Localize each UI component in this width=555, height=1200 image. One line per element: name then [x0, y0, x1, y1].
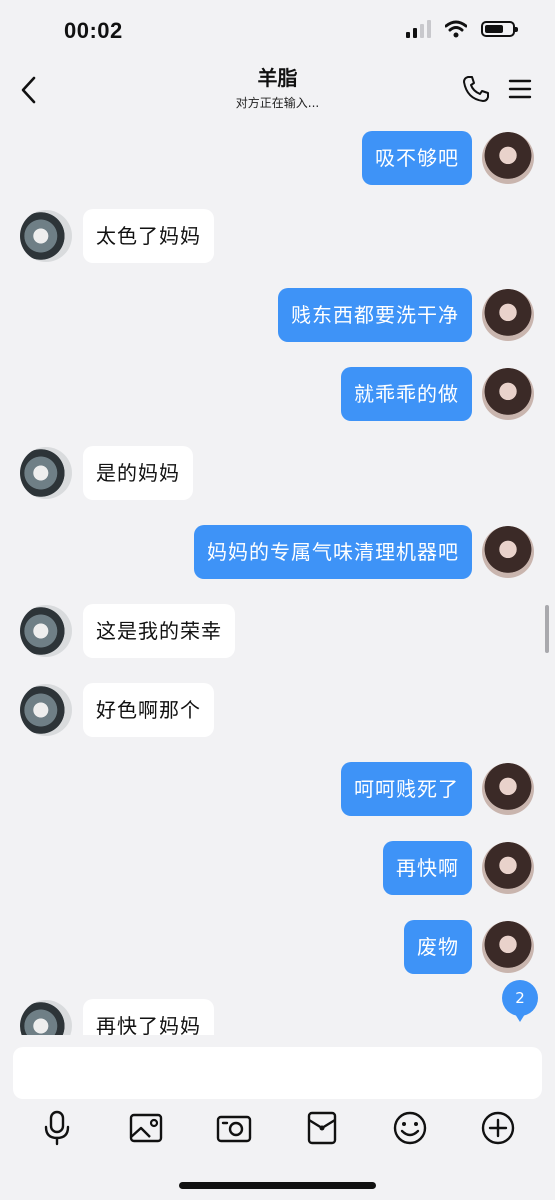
message-bubble[interactable]: 吸不够吧 — [362, 131, 472, 185]
message-bubble[interactable]: 再快啊 — [383, 841, 472, 895]
message-outgoing[interactable]: 就乖乖的做 — [341, 367, 472, 421]
message-list[interactable]: 吸不够吧 太色了妈妈 贱东西都要洗干净 就乖乖的做 是的妈妈 妈妈的专属气味清理… — [0, 120, 555, 1035]
scrollbar[interactable] — [545, 605, 549, 653]
message-bubble[interactable]: 太色了妈妈 — [83, 209, 214, 263]
message-incoming[interactable]: 好色啊那个 — [83, 683, 214, 737]
my-avatar[interactable] — [482, 921, 534, 973]
message-incoming[interactable]: 是的妈妈 — [83, 446, 193, 500]
my-avatar[interactable] — [482, 289, 534, 341]
my-avatar[interactable] — [482, 763, 534, 815]
menu-button[interactable] — [507, 76, 533, 102]
message-bubble[interactable]: 好色啊那个 — [83, 683, 214, 737]
my-avatar[interactable] — [482, 842, 534, 894]
camera-icon[interactable] — [214, 1108, 254, 1148]
plus-icon[interactable] — [478, 1108, 518, 1148]
message-bubble[interactable]: 是的妈妈 — [83, 446, 193, 500]
my-avatar[interactable] — [482, 526, 534, 578]
message-outgoing[interactable]: 妈妈的专属气味清理机器吧 — [194, 525, 472, 579]
message-bubble[interactable]: 呵呵贱死了 — [341, 762, 472, 816]
message-incoming[interactable]: 太色了妈妈 — [83, 209, 214, 263]
status-icons — [406, 20, 518, 38]
message-outgoing[interactable]: 呵呵贱死了 — [341, 762, 472, 816]
message-incoming[interactable]: 再快了妈妈 — [83, 999, 214, 1035]
cellular-signal-icon — [406, 20, 431, 38]
message-bubble[interactable]: 就乖乖的做 — [341, 367, 472, 421]
emoji-icon[interactable] — [390, 1108, 430, 1148]
contact-avatar[interactable] — [20, 684, 72, 736]
contact-avatar[interactable] — [20, 210, 72, 262]
message-bubble[interactable]: 妈妈的专属气味清理机器吧 — [194, 525, 472, 579]
contact-avatar[interactable] — [20, 447, 72, 499]
image-icon[interactable] — [126, 1108, 166, 1148]
contact-avatar[interactable] — [20, 1000, 72, 1035]
contact-avatar[interactable] — [20, 605, 72, 657]
message-outgoing[interactable]: 废物 — [404, 920, 472, 974]
battery-icon — [481, 21, 518, 37]
message-incoming[interactable]: 这是我的荣幸 — [83, 604, 235, 658]
status-bar: 00:02 — [0, 0, 555, 62]
new-message-badge[interactable]: 2 — [502, 980, 538, 1022]
message-outgoing[interactable]: 吸不够吧 — [362, 131, 472, 185]
my-avatar[interactable] — [482, 132, 534, 184]
phone-call-button[interactable] — [461, 74, 491, 104]
status-time: 00:02 — [64, 18, 123, 43]
input-area — [0, 1035, 555, 1200]
message-bubble[interactable]: 再快了妈妈 — [83, 999, 214, 1035]
home-indicator[interactable] — [179, 1182, 376, 1189]
message-bubble[interactable]: 废物 — [404, 920, 472, 974]
message-outgoing[interactable]: 再快啊 — [383, 841, 472, 895]
wifi-icon — [445, 20, 467, 38]
input-toolbar — [0, 1108, 555, 1148]
message-input[interactable] — [13, 1047, 542, 1099]
message-bubble[interactable]: 这是我的荣幸 — [83, 604, 235, 658]
red-packet-icon[interactable] — [302, 1108, 342, 1148]
chat-header: 羊脂 对方正在输入... — [0, 62, 555, 120]
message-bubble[interactable]: 贱东西都要洗干净 — [278, 288, 472, 342]
message-outgoing[interactable]: 贱东西都要洗干净 — [278, 288, 472, 342]
my-avatar[interactable] — [482, 368, 534, 420]
mic-icon[interactable] — [37, 1108, 77, 1148]
